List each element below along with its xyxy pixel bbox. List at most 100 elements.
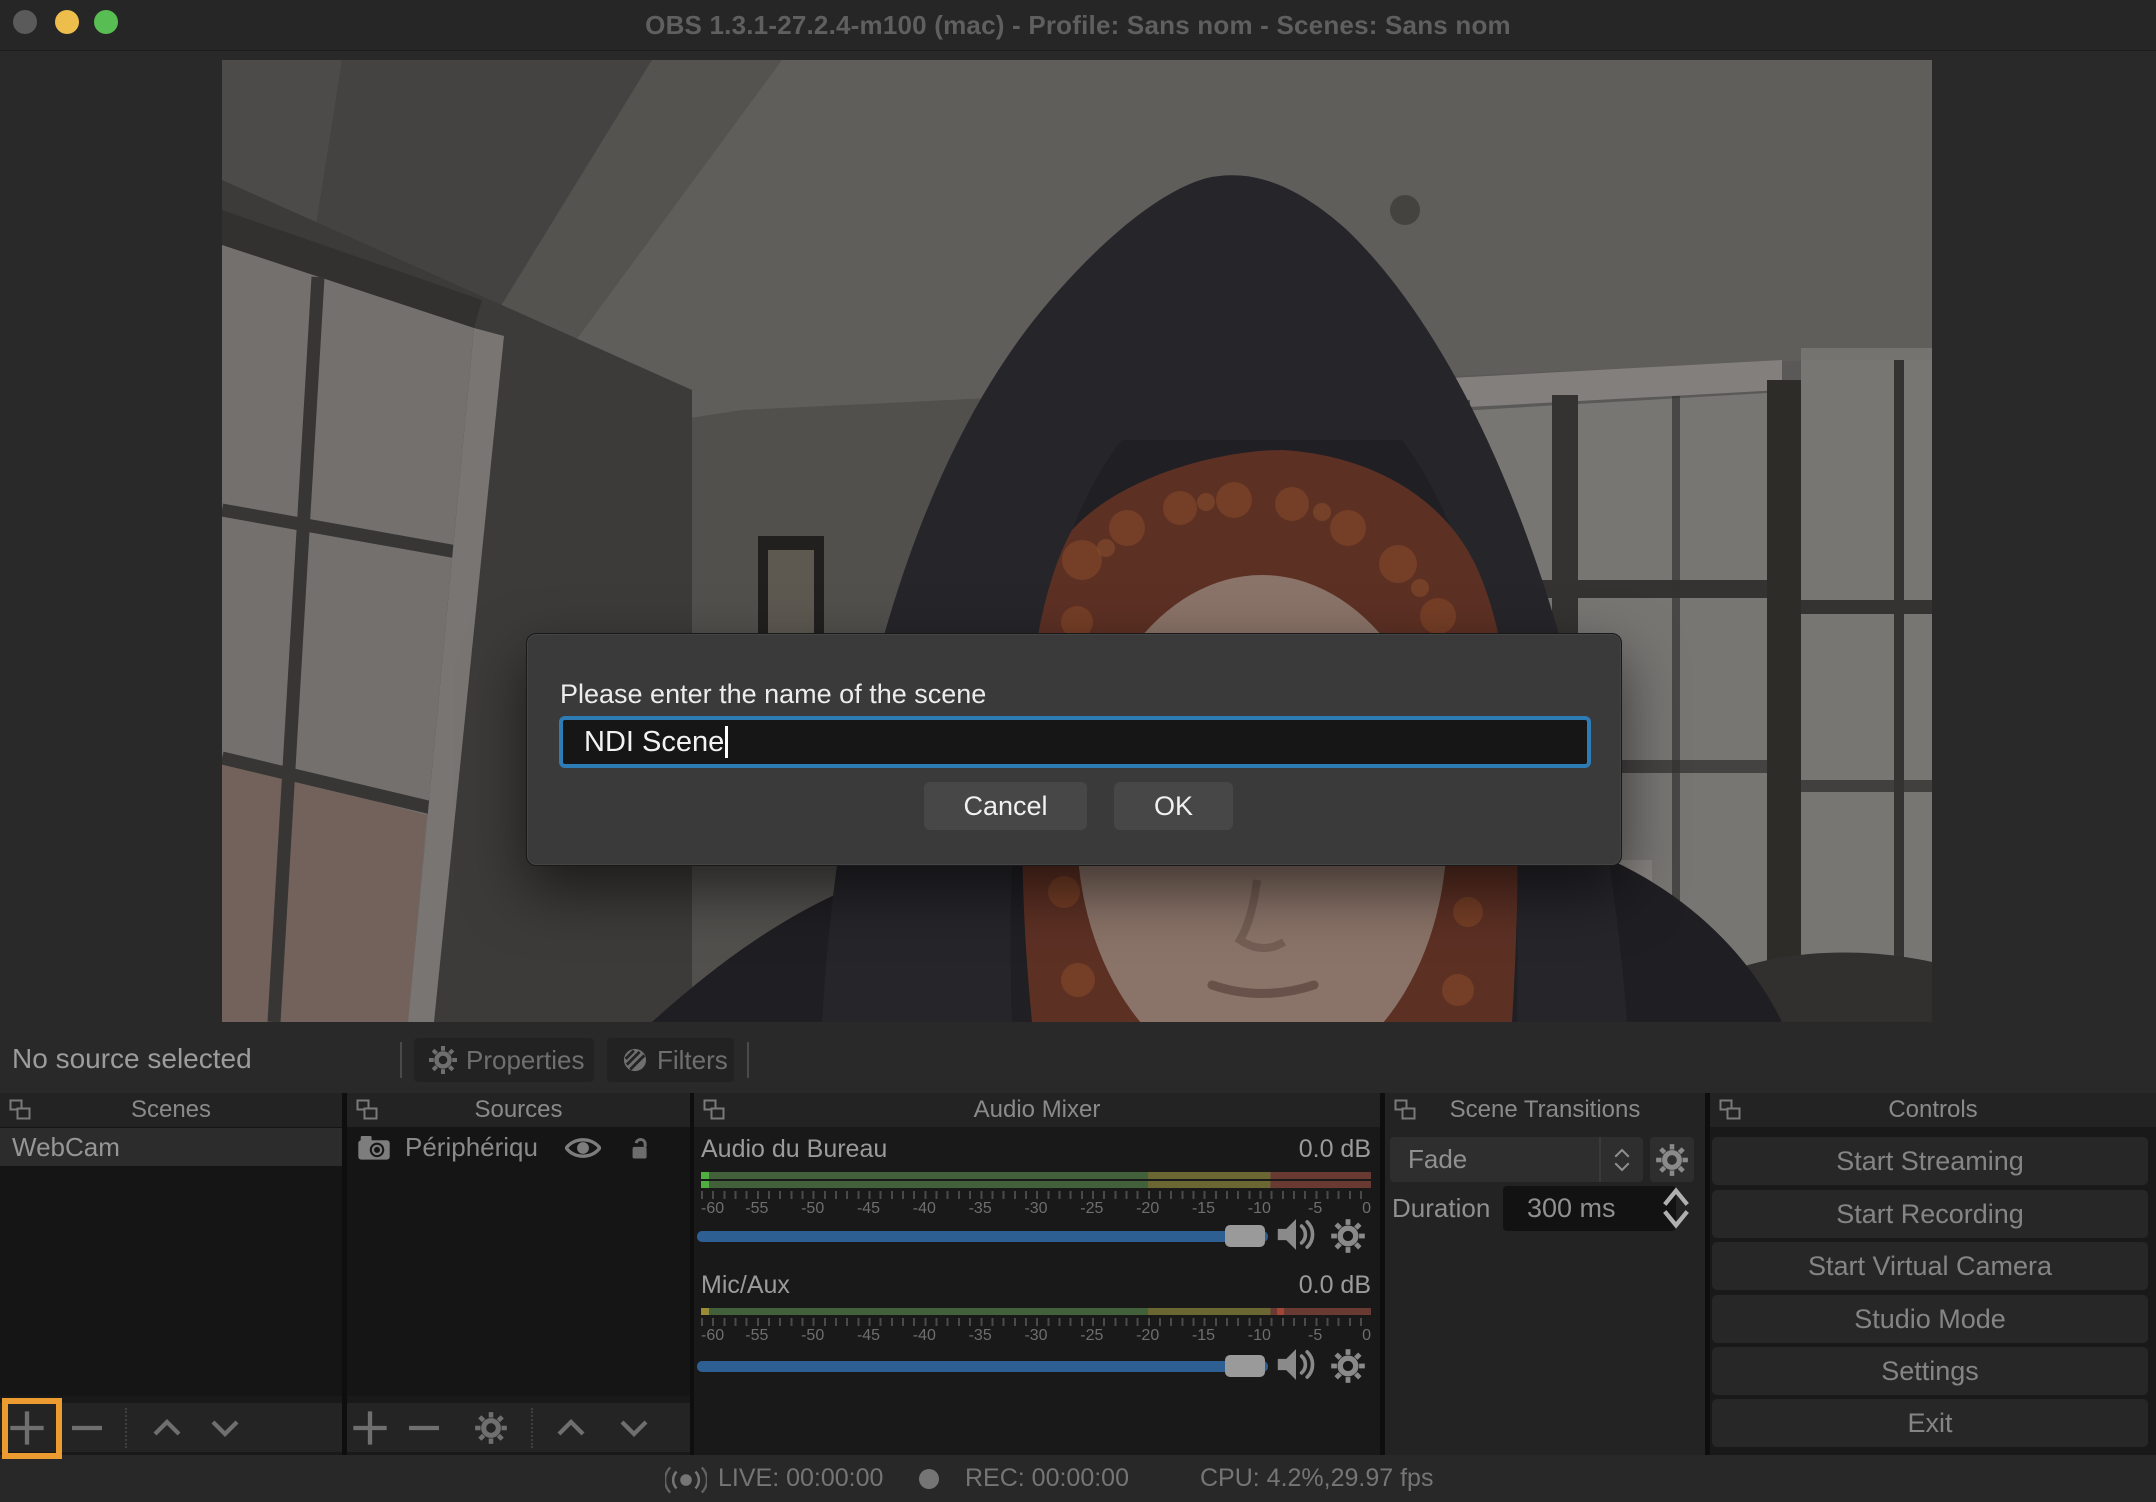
sources-list: Périphériqu [347, 1127, 690, 1396]
sources-panel: Sources Périphériqu [347, 1093, 690, 1455]
channel-name: Mic/Aux [701, 1271, 790, 1300]
volume-meter [701, 1308, 1371, 1317]
channel-name: Audio du Bureau [701, 1135, 887, 1164]
start-streaming-button[interactable]: Start Streaming [1712, 1137, 2148, 1185]
tick-label: -45 [857, 1327, 880, 1345]
webcam-preview[interactable] [222, 60, 1932, 1022]
speaker-icon[interactable] [1275, 1346, 1317, 1383]
filter-icon [621, 1046, 649, 1074]
scene-item-webcam[interactable]: WebCam [0, 1128, 342, 1166]
rec-time: REC: 00:00:00 [965, 1455, 1129, 1502]
chevron-down-icon [1613, 1161, 1631, 1173]
meter-ticks [701, 1191, 1371, 1199]
audio-mixer-panel: Audio Mixer Audio du Bureau 0.0 dB -60 -5… [694, 1093, 1380, 1455]
dock-icon [355, 1098, 379, 1122]
settings-button[interactable]: Settings [1712, 1347, 2148, 1395]
scene-name-value: NDI Scene [584, 726, 724, 758]
add-source-button[interactable] [348, 1406, 392, 1450]
tick-label: -45 [857, 1200, 880, 1218]
studio-mode-button[interactable]: Studio Mode [1712, 1295, 2148, 1343]
controls-panel-header: Controls [1710, 1093, 2156, 1127]
start-recording-button[interactable]: Start Recording [1712, 1190, 2148, 1238]
tick-label: 0 [1362, 1200, 1371, 1218]
filters-button[interactable]: Filters [607, 1038, 734, 1082]
transition-settings-button[interactable] [1650, 1137, 1694, 1182]
visibility-eye-icon[interactable] [565, 1135, 601, 1161]
volume-slider-handle[interactable] [1225, 1225, 1265, 1247]
cpu-fps-stats: CPU: 4.2%,29.97 fps [1200, 1455, 1433, 1502]
volume-slider[interactable] [697, 1231, 1268, 1242]
select-stepper [1599, 1137, 1643, 1182]
tick-label: -15 [1192, 1327, 1215, 1345]
chevron-up-icon [553, 1410, 589, 1446]
gear-icon [474, 1411, 508, 1445]
duration-spinner[interactable]: 300 ms [1503, 1186, 1676, 1231]
duration-label: Duration [1392, 1185, 1490, 1232]
source-item-video-capture[interactable]: Périphériqu [347, 1128, 690, 1167]
dock-icon [1393, 1098, 1417, 1122]
gear-icon[interactable] [1330, 1218, 1366, 1254]
sources-panel-header: Sources [347, 1093, 690, 1127]
plus-icon [350, 1408, 390, 1448]
scenes-panel-header: Scenes [0, 1093, 342, 1127]
source-move-down-button[interactable] [612, 1406, 656, 1450]
remove-source-button[interactable] [402, 1406, 446, 1450]
window-title: OBS 1.3.1-27.2.4-m100 (mac) - Profile: S… [0, 0, 2156, 50]
source-properties-button[interactable] [469, 1406, 513, 1450]
lock-open-icon[interactable] [625, 1134, 653, 1162]
scene-transitions-panel: Scene Transitions Fade Duration 300 ms [1385, 1093, 1705, 1455]
tick-label: -25 [1080, 1327, 1103, 1345]
channel-level: 0.0 dB [1299, 1135, 1371, 1164]
meter-tick-labels: -60-55-50-45-40-35-30-25-20-15-10-50 [701, 1327, 1371, 1345]
chevron-down-icon [207, 1410, 243, 1446]
tick-label: -50 [801, 1200, 824, 1218]
tick-label: -20 [1136, 1327, 1159, 1345]
minus-icon [67, 1408, 107, 1448]
volume-row [694, 1222, 1380, 1250]
controls-panel: Controls Start Streaming Start Recording… [1710, 1093, 2156, 1455]
volume-slider-handle[interactable] [1225, 1355, 1265, 1377]
duration-stepper[interactable] [1658, 1183, 1694, 1233]
selection-toolbar: No source selected Properties Filters [0, 1030, 2156, 1093]
annotation-highlight-box [2, 1398, 62, 1459]
live-broadcast-icon [665, 1463, 707, 1497]
text-caret [725, 726, 728, 758]
tick-label: -10 [1248, 1327, 1271, 1345]
duration-value: 300 ms [1527, 1186, 1616, 1231]
exit-button[interactable]: Exit [1712, 1399, 2148, 1447]
scene-move-up-button[interactable] [145, 1406, 189, 1450]
ok-button[interactable]: OK [1114, 782, 1233, 830]
gear-icon[interactable] [1330, 1348, 1366, 1384]
volume-slider[interactable] [697, 1361, 1268, 1372]
scene-move-down-button[interactable] [203, 1406, 247, 1450]
toolbar-separator [400, 1042, 402, 1078]
source-move-up-button[interactable] [549, 1406, 593, 1450]
webcam-scene [222, 60, 1932, 1022]
sources-toolbar [347, 1403, 690, 1452]
tick-label: -25 [1080, 1200, 1103, 1218]
scene-transitions-panel-header: Scene Transitions [1385, 1093, 1705, 1127]
transition-select[interactable]: Fade [1390, 1137, 1643, 1182]
record-dot-icon [918, 1468, 940, 1490]
tick-label: -30 [1024, 1200, 1047, 1218]
tick-label: -30 [1024, 1327, 1047, 1345]
cancel-button[interactable]: Cancel [924, 782, 1087, 830]
speaker-icon[interactable] [1275, 1216, 1317, 1253]
audio-mixer-panel-header: Audio Mixer [694, 1093, 1380, 1127]
tick-label: -5 [1308, 1327, 1322, 1345]
minus-icon [404, 1408, 444, 1448]
properties-button[interactable]: Properties [414, 1038, 594, 1082]
remove-scene-button[interactable] [65, 1406, 109, 1450]
tick-label: -40 [913, 1327, 936, 1345]
tick-label: -10 [1248, 1200, 1271, 1218]
transition-value: Fade [1408, 1137, 1467, 1182]
dock-icon [8, 1098, 32, 1122]
tick-label: -50 [801, 1327, 824, 1345]
scene-name-input[interactable]: NDI Scene [559, 716, 1591, 768]
dock-icon [702, 1098, 726, 1122]
tick-label: -35 [969, 1200, 992, 1218]
start-virtual-camera-button[interactable]: Start Virtual Camera [1712, 1242, 2148, 1290]
tick-label: -60 [701, 1327, 724, 1345]
tick-label: -55 [745, 1327, 768, 1345]
status-bar: LIVE: 00:00:00 REC: 00:00:00 CPU: 4.2%,2… [0, 1455, 2156, 1502]
